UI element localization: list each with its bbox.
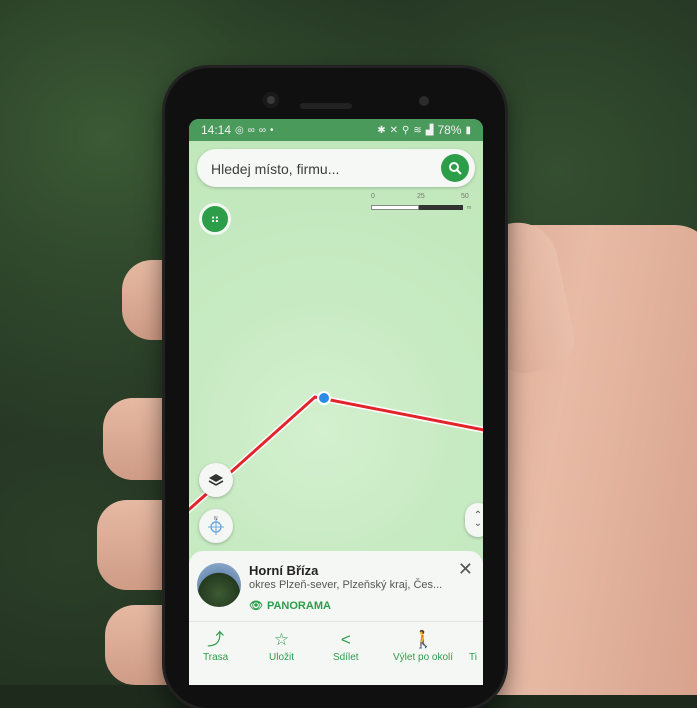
route-label: Trasa — [203, 652, 229, 663]
trip-label: Výlet po okolí — [393, 652, 454, 663]
scale-bar-light — [371, 205, 419, 210]
place-title: Horní Bříza — [249, 563, 319, 578]
svg-text:N: N — [214, 516, 218, 522]
phone-screen: 14:14 ◎ ∞ ∞ • ✱ ✕ ⚲ ≋ ▟ 78% ▮ 0 — [189, 119, 483, 685]
trip-button[interactable]: 🚶 Výlet po okolí — [393, 630, 453, 663]
route-button[interactable]: ⤴ Trasa — [203, 630, 228, 663]
place-thumbnail[interactable] — [197, 563, 241, 607]
hiking-icon: 🚶 — [412, 630, 434, 649]
scale-label-25: 25 — [417, 193, 425, 200]
more-label: Ti — [469, 652, 477, 663]
place-subtitle: okres Plzeň-sever, Plzeňský kraj, Čes... — [249, 579, 443, 591]
more-button[interactable]: Ti — [469, 630, 477, 663]
layers-button[interactable] — [199, 463, 233, 497]
route-line — [189, 393, 483, 514]
action-bar: ⤴ Trasa ☆ Uložit < Sdílet 🚶 Výlet po oko… — [189, 621, 483, 685]
scale-label-50: 50 — [461, 193, 469, 200]
front-camera — [263, 92, 279, 108]
panorama-link[interactable]: 👁 PANORAMA — [249, 599, 331, 613]
share-label: Sdílet — [333, 652, 359, 663]
layers-icon — [208, 474, 224, 486]
share-button[interactable]: < Sdílet — [333, 630, 359, 663]
scale-unit: m — [467, 205, 472, 211]
route-icon: ⤴ — [207, 630, 225, 649]
save-button[interactable]: ☆ Uložit — [269, 630, 294, 663]
earpiece — [300, 103, 352, 109]
eye-icon: 👁 — [249, 600, 263, 612]
scale-label-0: 0 — [371, 193, 375, 200]
route-line-red — [189, 395, 483, 512]
location-dot — [317, 391, 331, 405]
search-icon — [449, 162, 462, 175]
compass-icon: N — [208, 516, 224, 535]
search-button[interactable] — [441, 154, 469, 182]
panorama-label: PANORAMA — [266, 599, 331, 612]
footprints-button[interactable]: ⠶ — [199, 203, 231, 235]
star-icon: ☆ — [273, 630, 290, 649]
search-input[interactable] — [209, 156, 423, 182]
save-label: Uložit — [269, 652, 295, 663]
footprints-icon: ⠶ — [210, 211, 220, 226]
scale-bar-dark — [419, 205, 463, 210]
more-icon — [471, 630, 476, 652]
sensor — [419, 96, 429, 106]
close-icon[interactable]: ✕ — [458, 559, 473, 580]
share-icon: < — [340, 630, 351, 649]
search-bar[interactable] — [197, 149, 475, 187]
compass-button[interactable]: N — [199, 509, 233, 543]
chevron-up-down-icon: ⌃ ⌄ — [473, 510, 483, 529]
map-scale: 0 25 50 m — [369, 193, 477, 213]
zoom-handle[interactable]: ⌃ ⌄ — [465, 503, 483, 537]
place-card[interactable]: Horní Bříza okres Plzeň-sever, Plzeňský … — [189, 551, 483, 621]
